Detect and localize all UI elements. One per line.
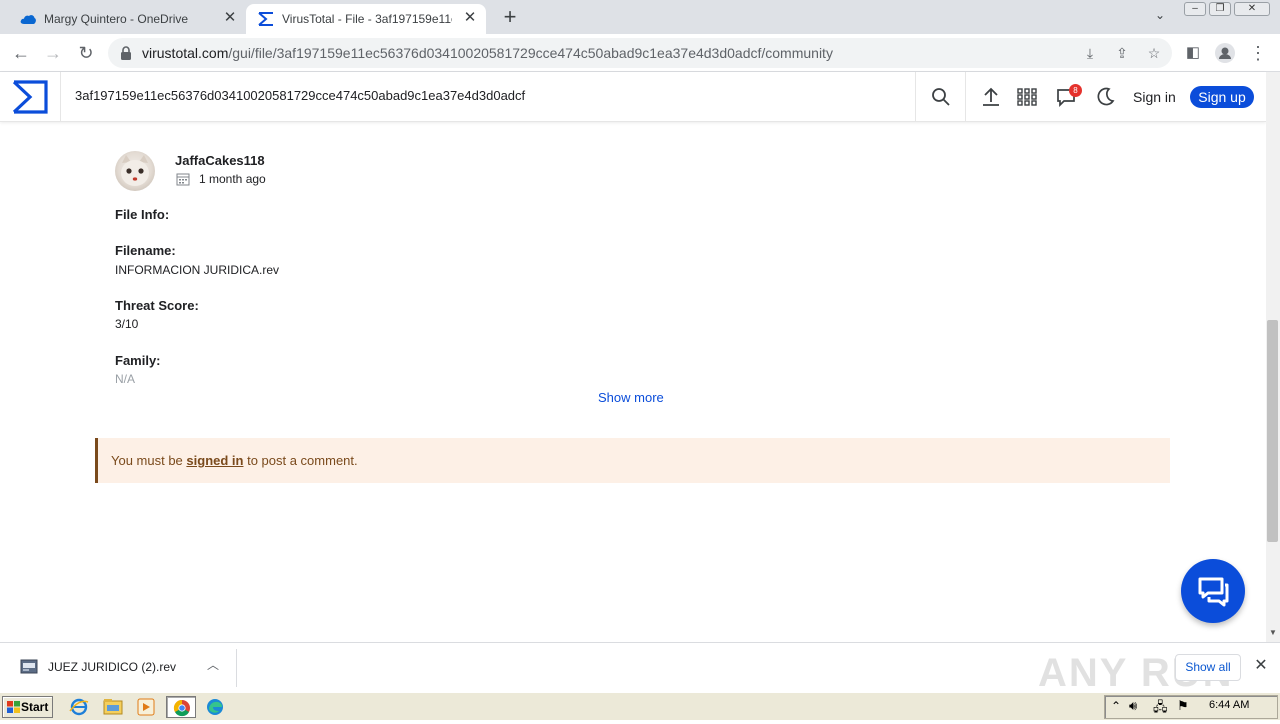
vt-search-box <box>60 72 916 122</box>
download-bar: JUEZ JURIDICO (2).rev ︿ ANY RUN Show all… <box>0 642 1280 695</box>
lock-icon <box>121 46 131 60</box>
notification-count-badge: 8 <box>1069 84 1082 97</box>
chevron-up-icon[interactable]: ︿ <box>205 657 221 673</box>
download-filename[interactable]: JUEZ JURIDICO (2).rev <box>48 660 176 674</box>
back-arrow-icon[interactable]: ← <box>8 40 34 66</box>
sign-in-notice: You must be signed in to post a comment. <box>95 438 1170 483</box>
notice-suffix: to post a comment. <box>243 453 358 468</box>
threat-score-value: 3/10 <box>115 317 139 331</box>
sign-in-notice-text: You must be signed in to post a comment. <box>111 453 358 468</box>
virustotal-logo[interactable] <box>12 80 48 114</box>
browser-toolbar: ← → ↻ virustotal.com/gui/file/3af197159e… <box>0 34 1280 72</box>
close-tab-icon[interactable]: ✕ <box>462 10 478 26</box>
sign-in-link[interactable]: Sign in <box>1133 89 1176 105</box>
profile-icon[interactable] <box>1212 40 1238 66</box>
search-input[interactable] <box>75 88 895 103</box>
network-icon[interactable]: 🖧 <box>1153 698 1168 720</box>
signed-in-link[interactable]: signed in <box>186 453 243 468</box>
restore-button[interactable]: ❐ <box>1209 2 1231 16</box>
action-center-flag-icon[interactable]: ⚑ <box>1177 698 1189 714</box>
taskbar: Start ⌃ 🔊︎ 🖧 ⚑ <box>0 692 1280 720</box>
url-text: virustotal.com/gui/file/3af197159e11ec56… <box>142 45 833 61</box>
sign-up-button[interactable]: Sign up <box>1190 86 1254 108</box>
start-label: Start <box>21 700 49 714</box>
notice-prefix: You must be <box>111 453 187 468</box>
close-window-button[interactable]: ✕ <box>1234 2 1270 16</box>
new-tab-button[interactable]: + <box>498 6 522 30</box>
install-app-icon[interactable]: ⤓ <box>1080 43 1100 63</box>
bookmark-star-icon[interactable]: ☆ <box>1144 43 1164 63</box>
tab-virustotal[interactable]: VirusTotal - File - 3af197159e11ec56 ✕ <box>246 4 486 34</box>
tab-title: VirusTotal - File - 3af197159e11ec56 <box>282 12 452 26</box>
clock: 6:44 AM <box>1209 699 1250 711</box>
family-label: Family: <box>115 353 161 368</box>
tray-expand-icon[interactable]: ⌃ <box>1111 699 1121 713</box>
virustotal-icon <box>258 12 273 26</box>
browser-menu-icon[interactable]: ⋮ <box>1245 40 1271 66</box>
apps-grid-icon[interactable] <box>1016 86 1038 108</box>
url-host: virustotal.com <box>142 45 229 61</box>
comment-username[interactable]: JaffaCakes118 <box>175 153 265 168</box>
close-tab-icon[interactable]: ✕ <box>222 10 238 26</box>
divider <box>236 649 237 687</box>
calendar-icon <box>176 173 190 186</box>
media-player-icon[interactable] <box>133 696 159 718</box>
tab-onedrive[interactable]: Margy Quintero - OneDrive ✕ <box>10 4 246 34</box>
chrome-icon <box>173 699 190 717</box>
scroll-down-arrow-icon[interactable]: ▼ <box>1266 626 1280 640</box>
show-more-link[interactable]: Show more <box>598 390 664 405</box>
file-explorer-icon[interactable] <box>100 696 126 718</box>
internet-explorer-icon[interactable] <box>66 696 92 718</box>
chrome-taskbar-button[interactable] <box>166 696 196 718</box>
threat-score-label: Threat Score: <box>115 298 199 313</box>
tab-strip: Margy Quintero - OneDrive ✕ VirusTotal -… <box>0 0 1280 34</box>
address-bar[interactable]: virustotal.com/gui/file/3af197159e11ec56… <box>108 38 1172 68</box>
onedrive-icon <box>20 15 36 24</box>
start-button[interactable]: Start <box>2 696 53 718</box>
upload-icon[interactable] <box>980 86 1002 108</box>
share-icon[interactable]: ⇪ <box>1112 43 1132 63</box>
chat-button[interactable] <box>1181 559 1245 623</box>
comment-timestamp: 1 month ago <box>199 172 266 186</box>
chat-icon <box>1198 577 1229 607</box>
edge-icon[interactable] <box>202 696 228 718</box>
file-info-label: File Info: <box>115 207 170 222</box>
show-all-button[interactable]: Show all <box>1175 654 1241 681</box>
scrollbar-thumb[interactable] <box>1267 320 1278 542</box>
tab-title: Margy Quintero - OneDrive <box>44 12 189 26</box>
tab-search-chevron-icon[interactable]: ⌄ <box>1150 8 1170 26</box>
volume-icon[interactable]: 🔊︎ <box>1129 698 1137 714</box>
reload-icon[interactable]: ↻ <box>73 40 99 66</box>
windows-flag-icon <box>7 701 20 713</box>
side-panel-icon[interactable]: ◧ <box>1180 40 1206 66</box>
dark-mode-moon-icon[interactable] <box>1094 86 1116 108</box>
family-value: N/A <box>115 372 136 386</box>
file-icon <box>20 659 38 674</box>
forward-arrow-icon[interactable]: → <box>40 40 66 66</box>
minimize-button[interactable]: – <box>1184 2 1206 16</box>
search-button[interactable] <box>916 72 966 122</box>
system-tray: ⌃ 🔊︎ 🖧 ⚑ <box>1104 695 1278 719</box>
vt-header <box>0 72 1266 122</box>
close-download-bar-icon[interactable]: ✕ <box>1252 657 1270 675</box>
url-path: /gui/file/3af197159e11ec56376d0341002058… <box>228 45 833 61</box>
search-icon <box>932 88 950 106</box>
filename-value: INFORMACION JURIDICA.rev <box>115 263 280 277</box>
filename-label: Filename: <box>115 243 176 258</box>
avatar <box>115 151 155 191</box>
